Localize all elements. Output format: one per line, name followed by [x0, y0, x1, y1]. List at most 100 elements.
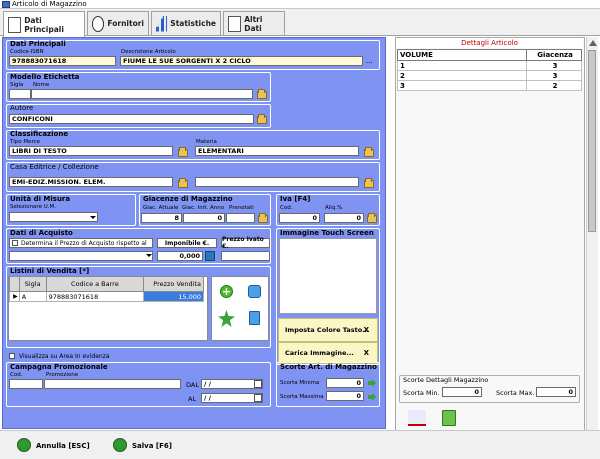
iva-aliq-input[interactable]: 0 [324, 213, 364, 223]
folder-icon[interactable] [367, 213, 377, 223]
calendar-icon[interactable] [254, 380, 262, 388]
col-header[interactable]: Codice a Barre [45, 276, 145, 292]
folder-icon[interactable] [364, 178, 374, 188]
casa-editrice-input[interactable]: EMI-EDIZ.MISSION. ELEM. [9, 177, 173, 187]
materia-label: Materia [196, 139, 217, 145]
descrizione-input[interactable]: FIUME LE SUE SORGENTI X 2 CICLO [120, 56, 363, 66]
sigla-input[interactable] [9, 89, 31, 99]
col-header[interactable]: VOLUME [396, 49, 528, 61]
tab-fornitori[interactable]: Fornitori [87, 11, 149, 35]
col-header[interactable]: Sigla [18, 276, 47, 292]
tab-altri-dati[interactable]: Altri Dati [223, 11, 285, 35]
close-icon[interactable]: X [364, 326, 369, 334]
imponibile-input[interactable]: 0,000 [157, 251, 203, 261]
um-select[interactable] [9, 212, 98, 222]
giac-attuale-input[interactable]: 8 [141, 213, 182, 223]
scorta-minima-input[interactable]: 0 [326, 378, 364, 388]
prenotati-input[interactable] [226, 213, 255, 223]
dettagli-table: VOLUME Giacenza 1 3 2 3 3 2 [396, 49, 582, 91]
prezzo-ivato-label: Prezzo Ivato €. [222, 236, 264, 250]
add-icon[interactable]: + [220, 285, 233, 298]
title-bar: Articolo di Magazzino [0, 0, 600, 9]
cell-codice[interactable]: 978883071618 [45, 291, 145, 302]
scorte-dettagli-title: Scorte Dettagli Magazzino [403, 376, 489, 384]
collezione-input[interactable] [195, 177, 359, 187]
cell-volume[interactable]: 2 [396, 70, 528, 81]
cell-giacenza[interactable]: 3 [526, 70, 582, 81]
carica-immagine-button[interactable]: Carica Immagine... X [278, 342, 378, 364]
table-row[interactable]: 3 2 [396, 80, 582, 91]
listini-table: Sigla Codice a Barre Prezzo Vendita ▶ A … [9, 276, 204, 302]
tab-label: Fornitori [107, 19, 144, 28]
folder-icon[interactable] [178, 147, 188, 157]
determina-prezzo-option[interactable]: Determina il Prezzo di Acquisto rispetto… [9, 238, 153, 248]
trash-icon[interactable] [249, 311, 260, 325]
recycle-bin-icon[interactable] [442, 410, 456, 426]
ellipsis-button[interactable]: ... [366, 57, 373, 65]
promozione-input[interactable] [44, 379, 181, 389]
scroll-up-icon[interactable] [589, 40, 597, 46]
tab-dati-principali[interactable]: Dati Principali [3, 11, 85, 37]
tipo-merce-input[interactable]: LIBRI DI TESTO [9, 146, 173, 156]
scorta-max-input[interactable]: 0 [536, 387, 576, 397]
tipo-merce-label: Tipo Merce [10, 139, 41, 145]
scorta-min-input[interactable]: 0 [442, 387, 482, 397]
scrollbar-thumb[interactable] [588, 50, 596, 232]
materia-input[interactable]: ELEMENTARI [195, 146, 359, 156]
scorta-minima-label: Scorta Minima [280, 380, 320, 386]
group-title: Dati Principali [10, 40, 66, 48]
campagna-cod-input[interactable] [9, 379, 43, 389]
iva-cod-input[interactable]: 0 [279, 213, 320, 223]
folder-icon[interactable] [257, 114, 267, 124]
determina-select[interactable] [9, 251, 153, 261]
codice-isbn-input[interactable]: 978883071618 [9, 56, 116, 66]
edit-icon[interactable] [248, 285, 261, 298]
group-title: Iva [F4] [280, 195, 311, 203]
row-selector-icon: ▶ [9, 291, 20, 302]
imponibile-option[interactable]: Imponibile €. [157, 238, 217, 248]
edit-pencil-icon[interactable] [408, 410, 426, 426]
cell-giacenza[interactable]: 3 [526, 60, 582, 71]
folder-icon[interactable] [258, 213, 268, 223]
group-title: Modello Etichetta [10, 73, 80, 81]
document-edit-icon [228, 15, 242, 32]
col-header[interactable]: Giacenza [526, 49, 582, 61]
giac-iniz-input[interactable]: 0 [183, 213, 225, 223]
nome-input[interactable] [31, 89, 253, 99]
salva-icon[interactable] [113, 438, 127, 452]
close-icon[interactable]: X [364, 349, 369, 357]
salva-button[interactable]: Salva [F6] [132, 442, 172, 450]
al-label: AL [188, 395, 197, 403]
tab-label: Altri Dati [244, 14, 263, 33]
cell-sigla[interactable]: A [18, 291, 47, 302]
cell-volume[interactable]: 1 [396, 60, 528, 71]
calendar-icon[interactable] [254, 394, 262, 402]
table-row[interactable]: ▶ A 978883071618 15,000 [9, 291, 204, 302]
prezzo-ivato-option[interactable]: Prezzo Ivato €. [221, 236, 270, 250]
user-search-icon [92, 15, 105, 32]
iva-cod-label: Cod. [280, 205, 293, 211]
tab-bar: Dati Principali Fornitori Statistiche Al… [0, 9, 600, 37]
prenotati-label: Prenotati [229, 205, 254, 211]
table-row[interactable]: 1 3 [396, 60, 582, 71]
group-title: Autore [10, 104, 34, 112]
cell-giacenza[interactable]: 2 [526, 80, 582, 91]
prezzo-ivato-input[interactable] [221, 251, 270, 261]
calculator-icon[interactable] [205, 251, 215, 261]
cell-volume[interactable]: 3 [396, 80, 528, 91]
checkbox[interactable] [12, 240, 18, 246]
col-header[interactable]: Prezzo Vendita [143, 276, 204, 292]
folder-icon[interactable] [178, 178, 188, 188]
annulla-button[interactable]: Annulla [ESC] [36, 442, 90, 450]
tab-statistiche[interactable]: Statistiche [151, 11, 221, 35]
cell-prezzo[interactable]: 15,000 [143, 291, 204, 302]
imposta-colore-button[interactable]: Imposta Colore Tasto... X [278, 318, 378, 342]
visualizza-checkbox[interactable] [9, 353, 15, 359]
folder-icon[interactable] [364, 147, 374, 157]
bottom-bar: Annulla [ESC] Salva [F6] [0, 430, 600, 459]
table-row[interactable]: 2 3 [396, 70, 582, 81]
annulla-icon[interactable] [17, 438, 31, 452]
scorta-massima-input[interactable]: 0 [326, 391, 364, 401]
folder-icon[interactable] [257, 89, 267, 99]
autore-input[interactable]: CONFICONI [9, 114, 254, 124]
